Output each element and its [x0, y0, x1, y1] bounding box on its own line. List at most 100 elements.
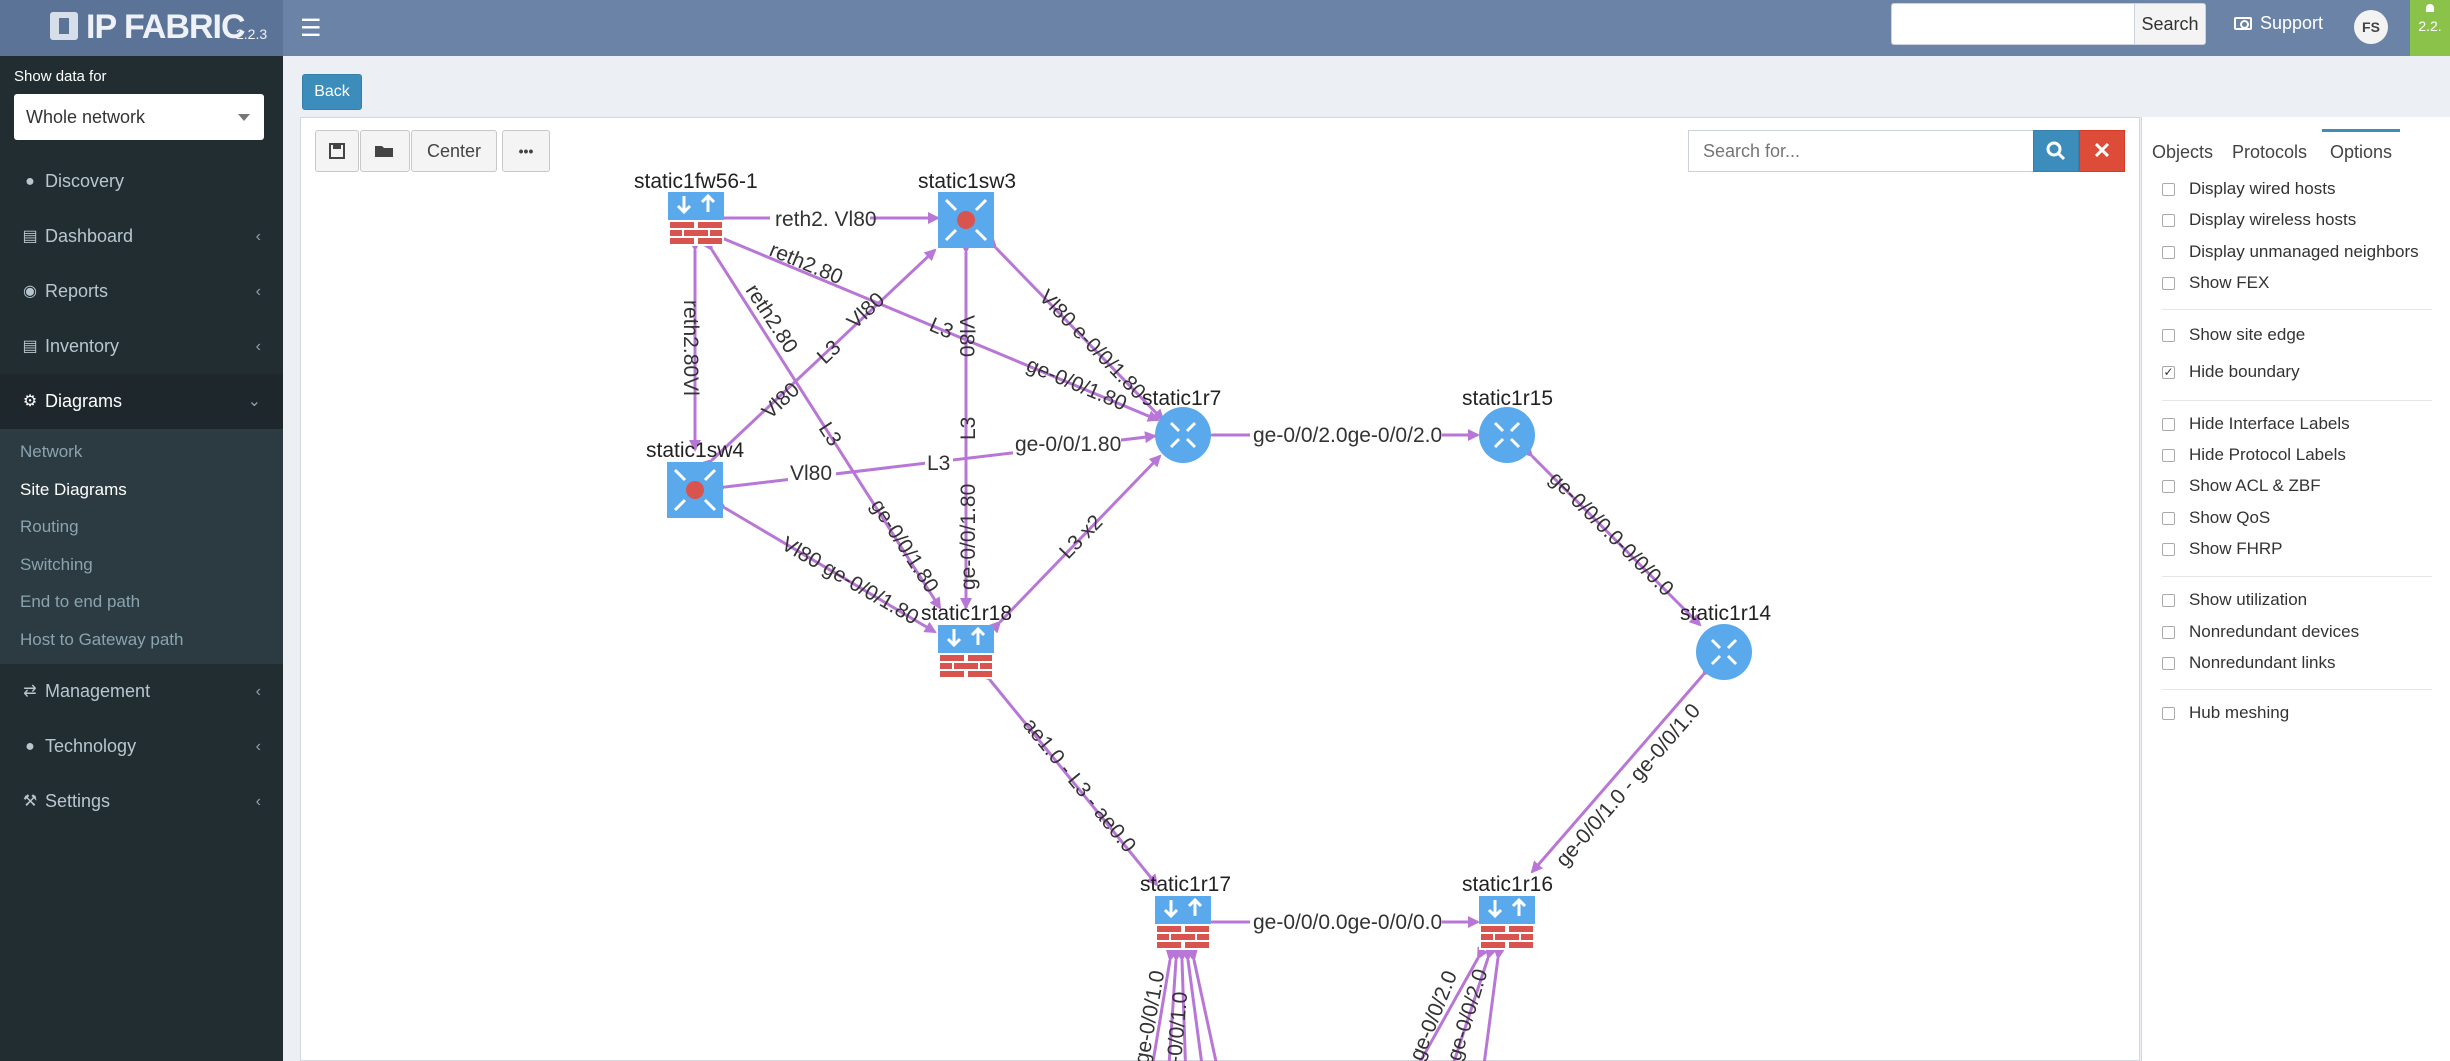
sidebar-item-inventory[interactable]: ▤ Inventory ‹ — [0, 319, 283, 374]
global-search-input[interactable] — [1891, 3, 2135, 45]
checkbox[interactable] — [2162, 183, 2175, 196]
user-avatar[interactable]: FS — [2354, 10, 2388, 44]
checkbox-checked[interactable]: ✓ — [2162, 366, 2175, 379]
checkbox[interactable] — [2162, 657, 2175, 670]
sidebar-item-settings[interactable]: ⚒ Settings ‹ — [0, 774, 283, 829]
node-static1r17[interactable]: static1r17 — [1140, 873, 1231, 950]
edge-label: ae1.0 - L3 - ae0.0 — [1018, 714, 1140, 857]
sidebar-menu: ● Discovery ▤ Dashboard ‹ ◉ Reports ‹ ▤ Invent… — [0, 154, 283, 829]
edge-label: L3 — [926, 313, 956, 343]
edge-label: ge-0/0/1.80 — [957, 484, 980, 590]
node-static1r18[interactable]: static1r18 — [921, 602, 1012, 679]
submenu-item-routing[interactable]: Routing — [0, 508, 283, 546]
options-panel: Objects Protocols Options Display wired … — [2141, 117, 2450, 1061]
sidebar-item-technology[interactable]: ● Technology ‹ — [0, 719, 283, 774]
edge-label: ge-0/0/1.80 — [1015, 433, 1121, 456]
edge-label: L3 — [814, 418, 846, 450]
submenu-item-host-to-gateway-path[interactable]: Host to Gateway path — [0, 621, 283, 659]
exchange-icon: ⇄ — [23, 683, 37, 700]
option-label: Display unmanaged neighbors — [2189, 242, 2419, 261]
scope-select[interactable]: Whole network — [14, 94, 264, 140]
global-search-button[interactable]: Search — [2134, 3, 2206, 45]
edge-label: reth2. Vl80 — [775, 208, 877, 231]
checkbox[interactable] — [2162, 277, 2175, 290]
edge-label: ge-0/0/0.0-0/0/0.0 — [1544, 467, 1677, 600]
globe-icon: ● — [25, 738, 35, 755]
edge-r17-down-5[interactable] — [1186, 948, 1220, 1061]
version-update-badge[interactable]: 2.2. — [2410, 0, 2450, 56]
checkbox[interactable] — [2162, 449, 2175, 462]
tab-protocols[interactable]: Protocols — [2232, 129, 2307, 175]
checkbox[interactable] — [2162, 214, 2175, 227]
firewall-icon — [1479, 896, 1535, 950]
tab-objects[interactable]: Objects — [2152, 129, 2213, 175]
gears-icon: ⚙ — [22, 393, 38, 410]
brand-name: IP FABRIC — [86, 8, 246, 46]
checkbox[interactable] — [2162, 246, 2175, 259]
close-icon: ✕ — [2092, 138, 2112, 163]
open-button[interactable] — [360, 130, 410, 172]
back-button[interactable]: Back — [302, 74, 362, 110]
checkbox[interactable] — [2162, 594, 2175, 607]
node-static1sw4[interactable]: static1sw4 — [646, 439, 744, 518]
brand-logo[interactable]: IP FABRIC 2.2.3 — [0, 0, 283, 56]
sidebar-item-dashboard[interactable]: ▤ Dashboard ‹ — [0, 209, 283, 264]
checkbox[interactable] — [2162, 543, 2175, 556]
checkbox[interactable] — [2162, 707, 2175, 720]
more-options-button[interactable]: ••• — [502, 130, 550, 172]
checkbox[interactable] — [2162, 512, 2175, 525]
node-label: static1sw4 — [646, 439, 744, 462]
reports-icon: ◉ — [23, 283, 37, 300]
edge-r14-r16[interactable] — [1530, 663, 1715, 874]
sidebar-item-diagrams[interactable]: ⚙ Diagrams ⌄ — [0, 374, 283, 429]
router-icon — [1155, 407, 1211, 463]
divider — [2162, 400, 2432, 401]
option-label: Display wireless hosts — [2189, 210, 2357, 229]
checkbox[interactable] — [2162, 418, 2175, 431]
inventory-icon: ▤ — [22, 338, 38, 355]
node-label: static1sw3 — [918, 170, 1016, 193]
submenu-item-network[interactable]: Network — [0, 433, 283, 471]
checkbox[interactable] — [2162, 329, 2175, 342]
node-label: static1r18 — [921, 602, 1012, 625]
edge-label: L3 — [927, 452, 950, 475]
edge-label: Vl80 — [790, 462, 832, 485]
node-static1r16[interactable]: static1r16 — [1462, 873, 1553, 950]
hamburger-menu-icon[interactable]: ☰ — [300, 14, 322, 43]
switch-icon — [938, 192, 994, 248]
node-static1r15[interactable]: static1r15 — [1462, 387, 1553, 463]
node-static1r14[interactable]: static1r14 — [1680, 602, 1771, 680]
sidebar-item-reports[interactable]: ◉ Reports ‹ — [0, 264, 283, 319]
support-label: Support — [2260, 13, 2324, 33]
center-button[interactable]: Center — [411, 130, 497, 172]
edge-label: e-0/0/1.0 — [1162, 991, 1192, 1061]
sidebar-item-discovery[interactable]: ● Discovery — [0, 154, 283, 209]
diagram-search-clear-button[interactable]: ✕ — [2079, 130, 2125, 172]
checkbox[interactable] — [2162, 626, 2175, 639]
node-static1sw3[interactable]: static1sw3 — [918, 170, 1016, 248]
submenu-item-site-diagrams[interactable]: Site Diagrams — [0, 471, 283, 509]
firewall-icon — [938, 625, 994, 679]
globe-icon: ● — [25, 173, 35, 190]
diagram-search-button[interactable] — [2033, 130, 2079, 172]
sidebar-item-label: Settings — [45, 791, 111, 811]
support-link[interactable]: Support — [2234, 13, 2323, 34]
checkbox[interactable] — [2162, 480, 2175, 493]
diagram-search-input[interactable] — [1688, 130, 2034, 172]
sidebar-item-label: Inventory — [45, 336, 120, 356]
submenu-item-end-to-end-path[interactable]: End to end path — [0, 583, 283, 621]
diagrams-submenu: Network Site Diagrams Routing Switching … — [0, 429, 283, 664]
divider — [2162, 576, 2432, 577]
option-label: Show site edge — [2189, 325, 2306, 344]
option-label: Show FEX — [2189, 273, 2270, 292]
submenu-item-switching[interactable]: Switching — [0, 546, 283, 584]
sidebar-item-management[interactable]: ⇄ Management ‹ — [0, 664, 283, 719]
edge-label: reth2.80 — [766, 238, 846, 289]
node-static1r7[interactable]: static1r7 — [1142, 387, 1221, 463]
option-label: Nonredundant links — [2189, 653, 2336, 672]
save-button[interactable] — [315, 130, 359, 172]
node-label: static1r17 — [1140, 873, 1231, 896]
site-diagram[interactable]: reth2. Vl80 reth2.80Vl reth2.80 L3 ge-0/… — [300, 117, 2140, 1061]
node-static1fw56-1[interactable]: static1fw56-1 — [634, 170, 758, 246]
tab-options[interactable]: Options — [2322, 129, 2401, 175]
